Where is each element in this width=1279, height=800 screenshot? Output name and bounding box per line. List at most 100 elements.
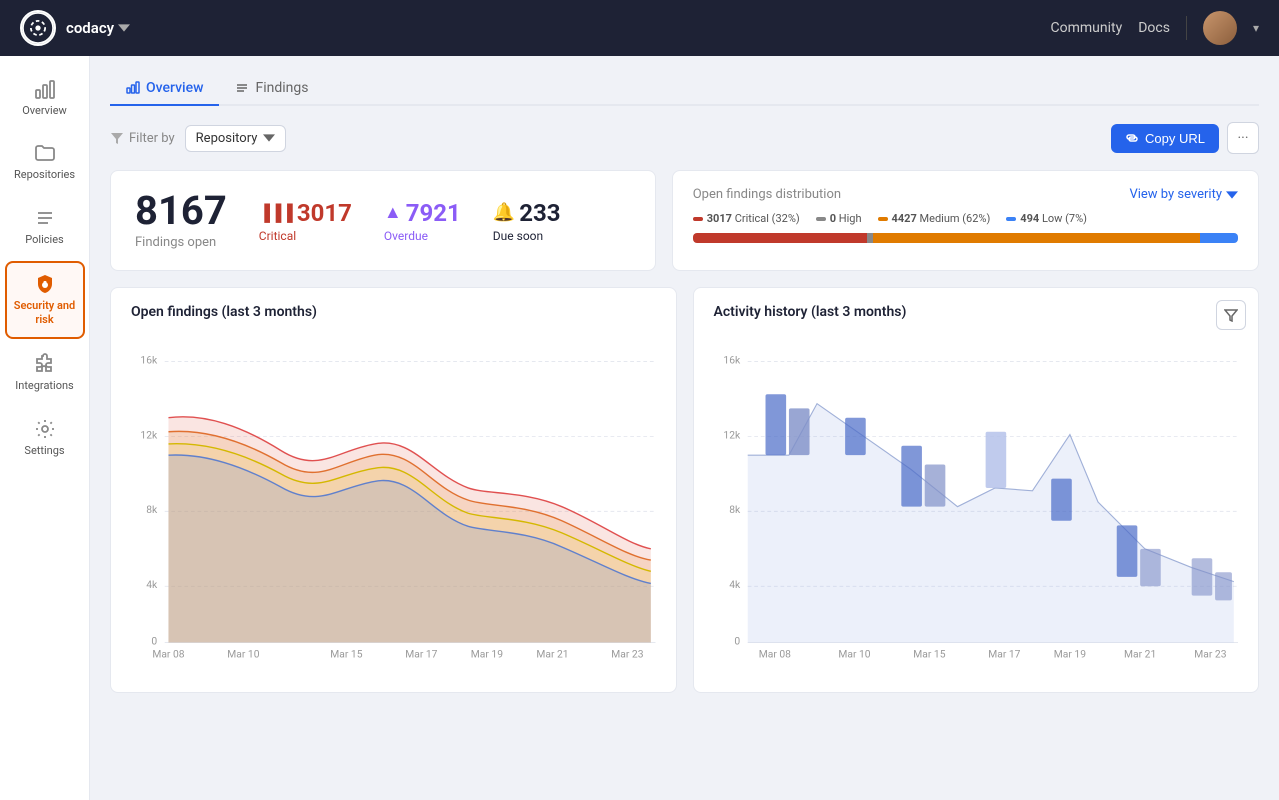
copy-url-button[interactable]: Copy URL — [1111, 124, 1219, 153]
community-link[interactable]: Community — [1051, 20, 1123, 36]
svg-text:Mar 19: Mar 19 — [1053, 647, 1085, 660]
overdue-stat: ▲ 7921 Overdue — [384, 199, 461, 243]
sidebar-integrations-label: Integrations — [15, 379, 73, 393]
svg-text:Mar 23: Mar 23 — [611, 647, 643, 660]
due-soon-label: Due soon — [493, 229, 561, 243]
sidebar-settings-label: Settings — [24, 444, 64, 458]
svg-text:Mar 21: Mar 21 — [536, 647, 568, 660]
filter-dropdown-chevron-icon — [263, 132, 275, 144]
activity-filter-icon — [1224, 308, 1238, 322]
view-by-chevron-icon — [1226, 191, 1238, 199]
high-legend-item: 0 High — [816, 212, 862, 225]
sidebar-overview-label: Overview — [22, 104, 67, 118]
codacy-logo-icon — [22, 10, 54, 46]
critical-legend-color — [693, 217, 703, 221]
critical-value: ▐▐▐ 3017 — [259, 199, 352, 227]
puzzle-icon — [34, 353, 56, 375]
tab-overview[interactable]: Overview — [110, 72, 219, 106]
stats-row: 8167 Findings open ▐▐▐ 3017 Critical ▲ 7… — [110, 170, 1259, 271]
folder-icon — [34, 142, 56, 164]
svg-text:4k: 4k — [729, 578, 741, 591]
medium-legend-color — [878, 217, 888, 221]
list-icon — [34, 207, 56, 229]
copy-url-icon — [1125, 131, 1139, 145]
svg-text:Mar 21: Mar 21 — [1124, 647, 1156, 660]
low-bar-segment — [1200, 233, 1238, 243]
distribution-title: Open findings distribution — [693, 187, 841, 202]
tab-overview-label: Overview — [146, 80, 203, 96]
brand-chevron-icon — [118, 22, 130, 34]
svg-text:Mar 23: Mar 23 — [1194, 647, 1226, 660]
brand-name[interactable]: codacy — [66, 19, 130, 37]
tab-findings-label: Findings — [255, 80, 308, 96]
user-avatar[interactable] — [1203, 11, 1237, 45]
tab-findings[interactable]: Findings — [219, 72, 324, 106]
sidebar-policies-label: Policies — [25, 233, 63, 247]
findings-tab-icon — [235, 81, 249, 95]
total-findings-label: Findings open — [135, 235, 227, 250]
sidebar: Overview Repositories Policies Security … — [0, 56, 90, 800]
filter-bar: Filter by Repository Copy URL ··· — [110, 122, 1259, 154]
distribution-card: Open findings distribution View by sever… — [672, 170, 1259, 271]
overdue-value: ▲ 7921 — [384, 199, 461, 227]
critical-label: Critical — [259, 229, 352, 243]
low-legend-item: 494 Low (7%) — [1006, 212, 1087, 225]
sidebar-repositories-label: Repositories — [14, 168, 75, 182]
docs-link[interactable]: Docs — [1138, 20, 1170, 36]
filter-by-label: Filter by — [110, 131, 175, 146]
svg-text:0: 0 — [151, 634, 157, 647]
sidebar-item-integrations[interactable]: Integrations — [5, 343, 85, 403]
distribution-bar — [693, 233, 1238, 243]
stats-card: 8167 Findings open ▐▐▐ 3017 Critical ▲ 7… — [110, 170, 656, 271]
svg-text:12k: 12k — [140, 428, 158, 441]
user-menu-chevron-icon[interactable]: ▾ — [1253, 21, 1259, 35]
total-findings-number: 8167 — [135, 191, 227, 231]
sidebar-item-repositories[interactable]: Repositories — [5, 132, 85, 192]
main-content: Overview Findings Filter by Repository — [90, 56, 1279, 800]
tab-bar: Overview Findings — [110, 72, 1259, 106]
activity-chart-filter-button[interactable] — [1216, 300, 1246, 330]
critical-legend-item: 3017 Critical (32%) — [693, 212, 800, 225]
total-findings-stat: 8167 Findings open — [135, 191, 227, 250]
distribution-legend: 3017 Critical (32%) 0 High 4427 Medium (… — [693, 212, 1238, 225]
svg-text:Mar 19: Mar 19 — [471, 647, 503, 660]
low-legend-color — [1006, 217, 1016, 221]
svg-text:12k: 12k — [723, 428, 741, 441]
more-options-button[interactable]: ··· — [1227, 122, 1259, 154]
sidebar-item-settings[interactable]: Settings — [5, 408, 85, 468]
svg-text:Mar 08: Mar 08 — [758, 647, 790, 660]
svg-text:Mar 10: Mar 10 — [838, 647, 870, 660]
top-nav: codacy Community Docs ▾ — [0, 0, 1279, 56]
critical-bar-segment — [693, 233, 867, 243]
brand-label: codacy — [66, 19, 114, 37]
sidebar-item-security-and-risk[interactable]: Security and risk — [5, 261, 85, 340]
main-layout: Overview Repositories Policies Security … — [0, 56, 1279, 800]
filter-left: Filter by Repository — [110, 125, 286, 152]
svg-text:Mar 15: Mar 15 — [330, 647, 362, 660]
repository-filter-dropdown[interactable]: Repository — [185, 125, 287, 152]
medium-legend-item: 4427 Medium (62%) — [878, 212, 991, 225]
view-by-severity-button[interactable]: View by severity — [1129, 187, 1238, 202]
overview-tab-icon — [126, 81, 140, 95]
activity-history-chart: 16k 12k 8k 4k 0 — [714, 332, 1239, 672]
gear-icon — [34, 418, 56, 440]
nav-divider — [1186, 16, 1187, 40]
filter-selected-value: Repository — [196, 131, 258, 146]
svg-text:4k: 4k — [146, 578, 158, 591]
open-findings-chart-title: Open findings (last 3 months) — [131, 304, 656, 320]
overdue-label: Overdue — [384, 229, 461, 243]
charts-row: Open findings (last 3 months) 16k 12k 8k… — [110, 287, 1259, 693]
bar-chart-icon — [34, 78, 56, 100]
distribution-header: Open findings distribution View by sever… — [693, 187, 1238, 202]
svg-text:8k: 8k — [729, 503, 741, 516]
sidebar-security-label: Security and risk — [11, 299, 79, 328]
filter-icon — [110, 131, 124, 145]
sidebar-item-policies[interactable]: Policies — [5, 197, 85, 257]
open-findings-chart: 16k 12k 8k 4k 0 — [131, 332, 656, 672]
svg-text:Mar 17: Mar 17 — [988, 647, 1020, 660]
due-soon-value: 🔔 233 — [493, 199, 561, 227]
activity-chart-title: Activity history (last 3 months) — [714, 304, 1239, 320]
sidebar-item-overview[interactable]: Overview — [5, 68, 85, 128]
due-soon-stat: 🔔 233 Due soon — [493, 199, 561, 243]
view-by-label: View by severity — [1129, 187, 1222, 202]
